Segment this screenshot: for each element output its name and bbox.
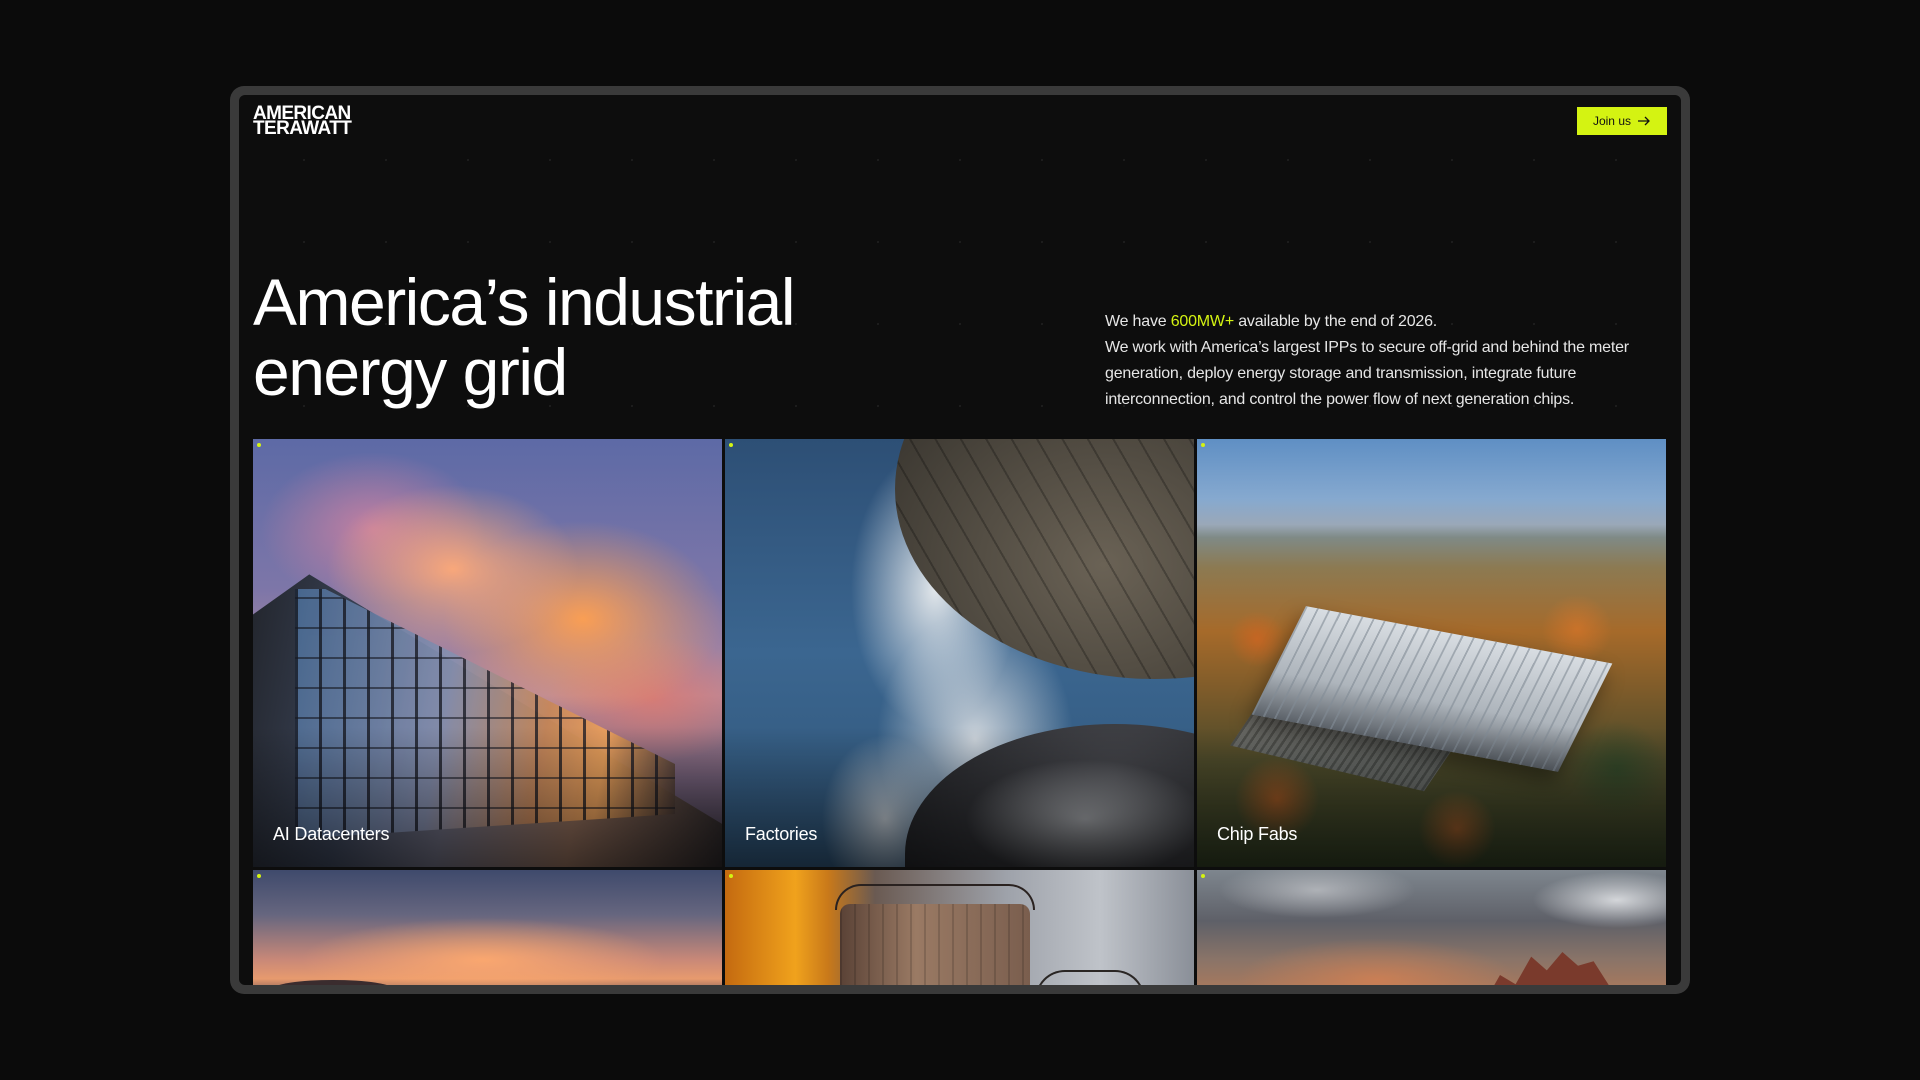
card-corner-dot bbox=[257, 874, 261, 878]
card-label: Factories bbox=[745, 824, 818, 844]
capacity-highlight: 600MW+ bbox=[1170, 313, 1234, 330]
industrial-silo-photo bbox=[725, 870, 1194, 985]
sector-grid: AI Datacenters Factories Chip Fabs bbox=[253, 439, 1667, 985]
brand-logo[interactable]: AMERICAN TERAWATT bbox=[253, 104, 352, 139]
hero-title: America’s industrial energy grid bbox=[253, 265, 796, 409]
card-ai-datacenters[interactable]: AI Datacenters bbox=[253, 439, 722, 867]
join-us-label: Join us bbox=[1592, 114, 1631, 128]
browser-frame: AMERICAN TERAWATT Join us America’s indu… bbox=[230, 86, 1690, 994]
card-red-rocks[interactable] bbox=[1197, 870, 1666, 985]
card-factories[interactable]: Factories bbox=[725, 439, 1194, 867]
card-industrial-silo[interactable] bbox=[725, 870, 1194, 985]
hero-description: We have 600MW+ available by the end of 2… bbox=[1105, 309, 1665, 413]
card-corner-dot bbox=[257, 443, 261, 447]
card-sunset-landscape[interactable] bbox=[253, 870, 722, 985]
card-corner-dot bbox=[1201, 443, 1205, 447]
card-corner-dot bbox=[729, 874, 733, 878]
card-corner-dot bbox=[1201, 874, 1205, 878]
sunset-landscape-photo bbox=[253, 870, 722, 985]
availability-prefix: We have bbox=[1105, 313, 1171, 330]
arrow-right-icon bbox=[1638, 116, 1650, 126]
logo-line-2: TERAWATT bbox=[253, 118, 352, 139]
page-viewport: AMERICAN TERAWATT Join us America’s indu… bbox=[239, 95, 1681, 985]
card-label: AI Datacenters bbox=[273, 824, 390, 844]
join-us-button[interactable]: Join us bbox=[1576, 107, 1667, 135]
card-chip-fabs[interactable]: Chip Fabs bbox=[1197, 439, 1666, 867]
red-rocks-photo bbox=[1197, 870, 1666, 985]
card-label: Chip Fabs bbox=[1217, 824, 1298, 844]
description-body: We work with America’s largest IPPs to s… bbox=[1105, 339, 1629, 408]
card-corner-dot bbox=[729, 443, 733, 447]
availability-line: We have 600MW+ available by the end of 2… bbox=[1105, 309, 1665, 335]
availability-suffix: available by the end of 2026. bbox=[1233, 313, 1438, 330]
